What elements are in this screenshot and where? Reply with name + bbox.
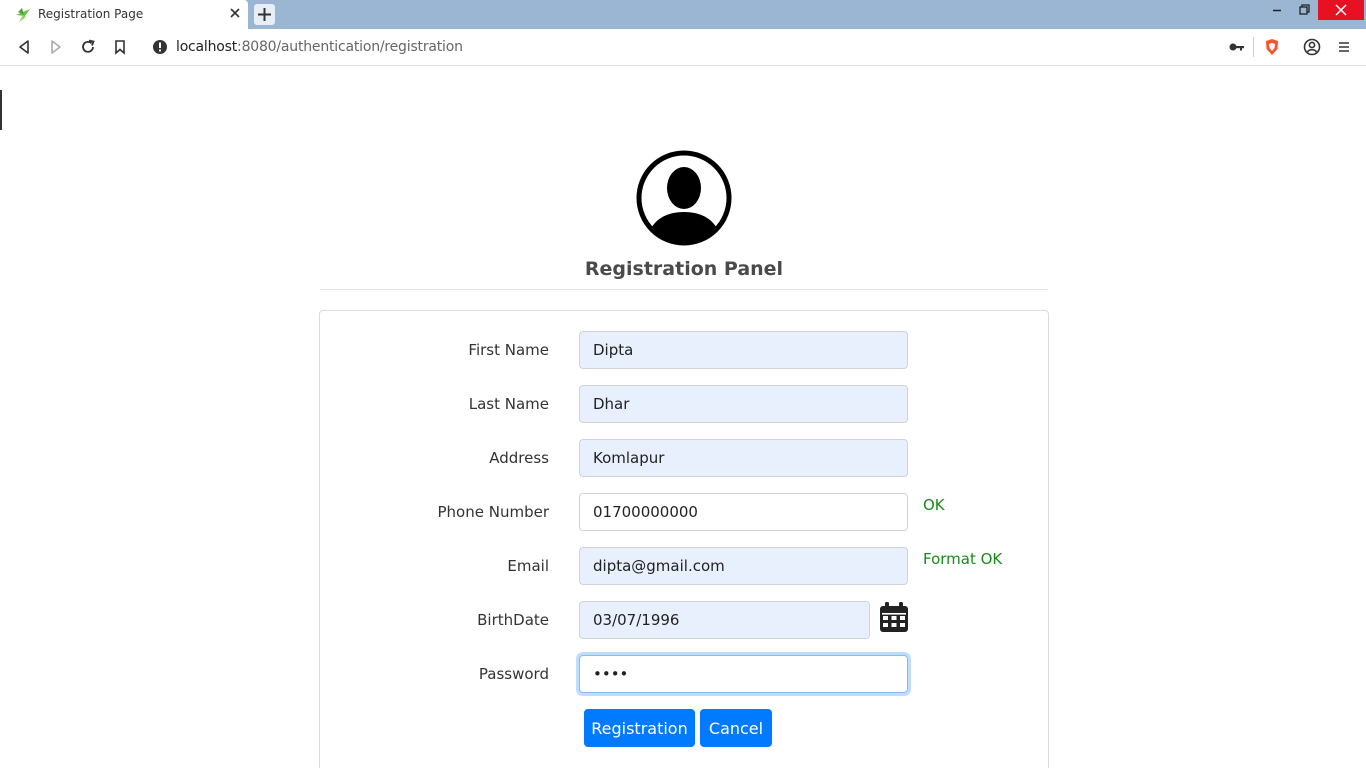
profile-icon[interactable]	[1303, 38, 1321, 56]
new-tab-button[interactable]	[254, 4, 275, 25]
registration-button[interactable]: Registration	[584, 709, 695, 747]
birthdate-input[interactable]: 03/07/1996	[579, 601, 870, 639]
registration-card	[319, 310, 1049, 768]
url-text[interactable]: localhost:8080/authentication/registrati…	[176, 39, 463, 55]
page-title: Registration Panel	[584, 258, 784, 280]
close-icon	[1335, 4, 1347, 16]
email-status: Format OK	[923, 550, 1003, 568]
cancel-button[interactable]: Cancel	[700, 709, 772, 747]
key-icon[interactable]	[1228, 38, 1246, 56]
birthdate-label: BirthDate	[477, 611, 549, 629]
window-edge	[0, 90, 2, 130]
forward-icon[interactable]	[47, 38, 65, 56]
url-path: :8080/authentication/registration	[237, 39, 463, 55]
close-tab-icon[interactable]	[228, 6, 242, 20]
title-divider	[320, 289, 1048, 290]
address-input[interactable]: Komlapur	[579, 439, 908, 477]
email-label: Email	[507, 557, 549, 575]
tab-strip: Registration Page	[0, 0, 1366, 29]
email-input[interactable]: dipta@gmail.com	[579, 547, 908, 585]
first-name-label: First Name	[468, 341, 549, 359]
menu-icon[interactable]	[1335, 38, 1353, 56]
browser-tab[interactable]: Registration Page	[0, 0, 248, 29]
address-label: Address	[489, 449, 549, 467]
info-warning-icon[interactable]	[151, 38, 169, 56]
toolbar-separator	[1253, 37, 1254, 57]
restore-icon	[1299, 4, 1310, 15]
brave-shield-icon[interactable]	[1263, 38, 1281, 56]
password-input[interactable]: ••••	[579, 655, 908, 693]
phone-input[interactable]: 01700000000	[579, 493, 908, 531]
last-name-label: Last Name	[468, 395, 549, 413]
tab-title: Registration Page	[38, 7, 144, 21]
bookmark-icon[interactable]	[111, 38, 129, 56]
url-host: localhost	[176, 39, 238, 55]
password-label: Password	[478, 665, 549, 683]
phone-label: Phone Number	[437, 503, 550, 521]
user-avatar-icon	[636, 150, 732, 246]
first-name-input[interactable]: Dipta	[579, 331, 908, 369]
minimize-icon	[1273, 9, 1281, 12]
phone-status: OK	[923, 496, 945, 514]
calendar-icon[interactable]	[878, 601, 910, 633]
restore-button[interactable]	[1293, 0, 1315, 20]
minimize-button[interactable]	[1266, 0, 1288, 20]
last-name-input[interactable]: Dhar	[579, 385, 908, 423]
reload-icon[interactable]	[79, 38, 97, 56]
window-close-button[interactable]	[1318, 0, 1364, 20]
plus-icon	[258, 8, 271, 21]
back-icon[interactable]	[15, 38, 33, 56]
leaf-favicon-icon	[16, 8, 30, 22]
browser-toolbar: localhost:8080/authentication/registrati…	[0, 29, 1366, 66]
